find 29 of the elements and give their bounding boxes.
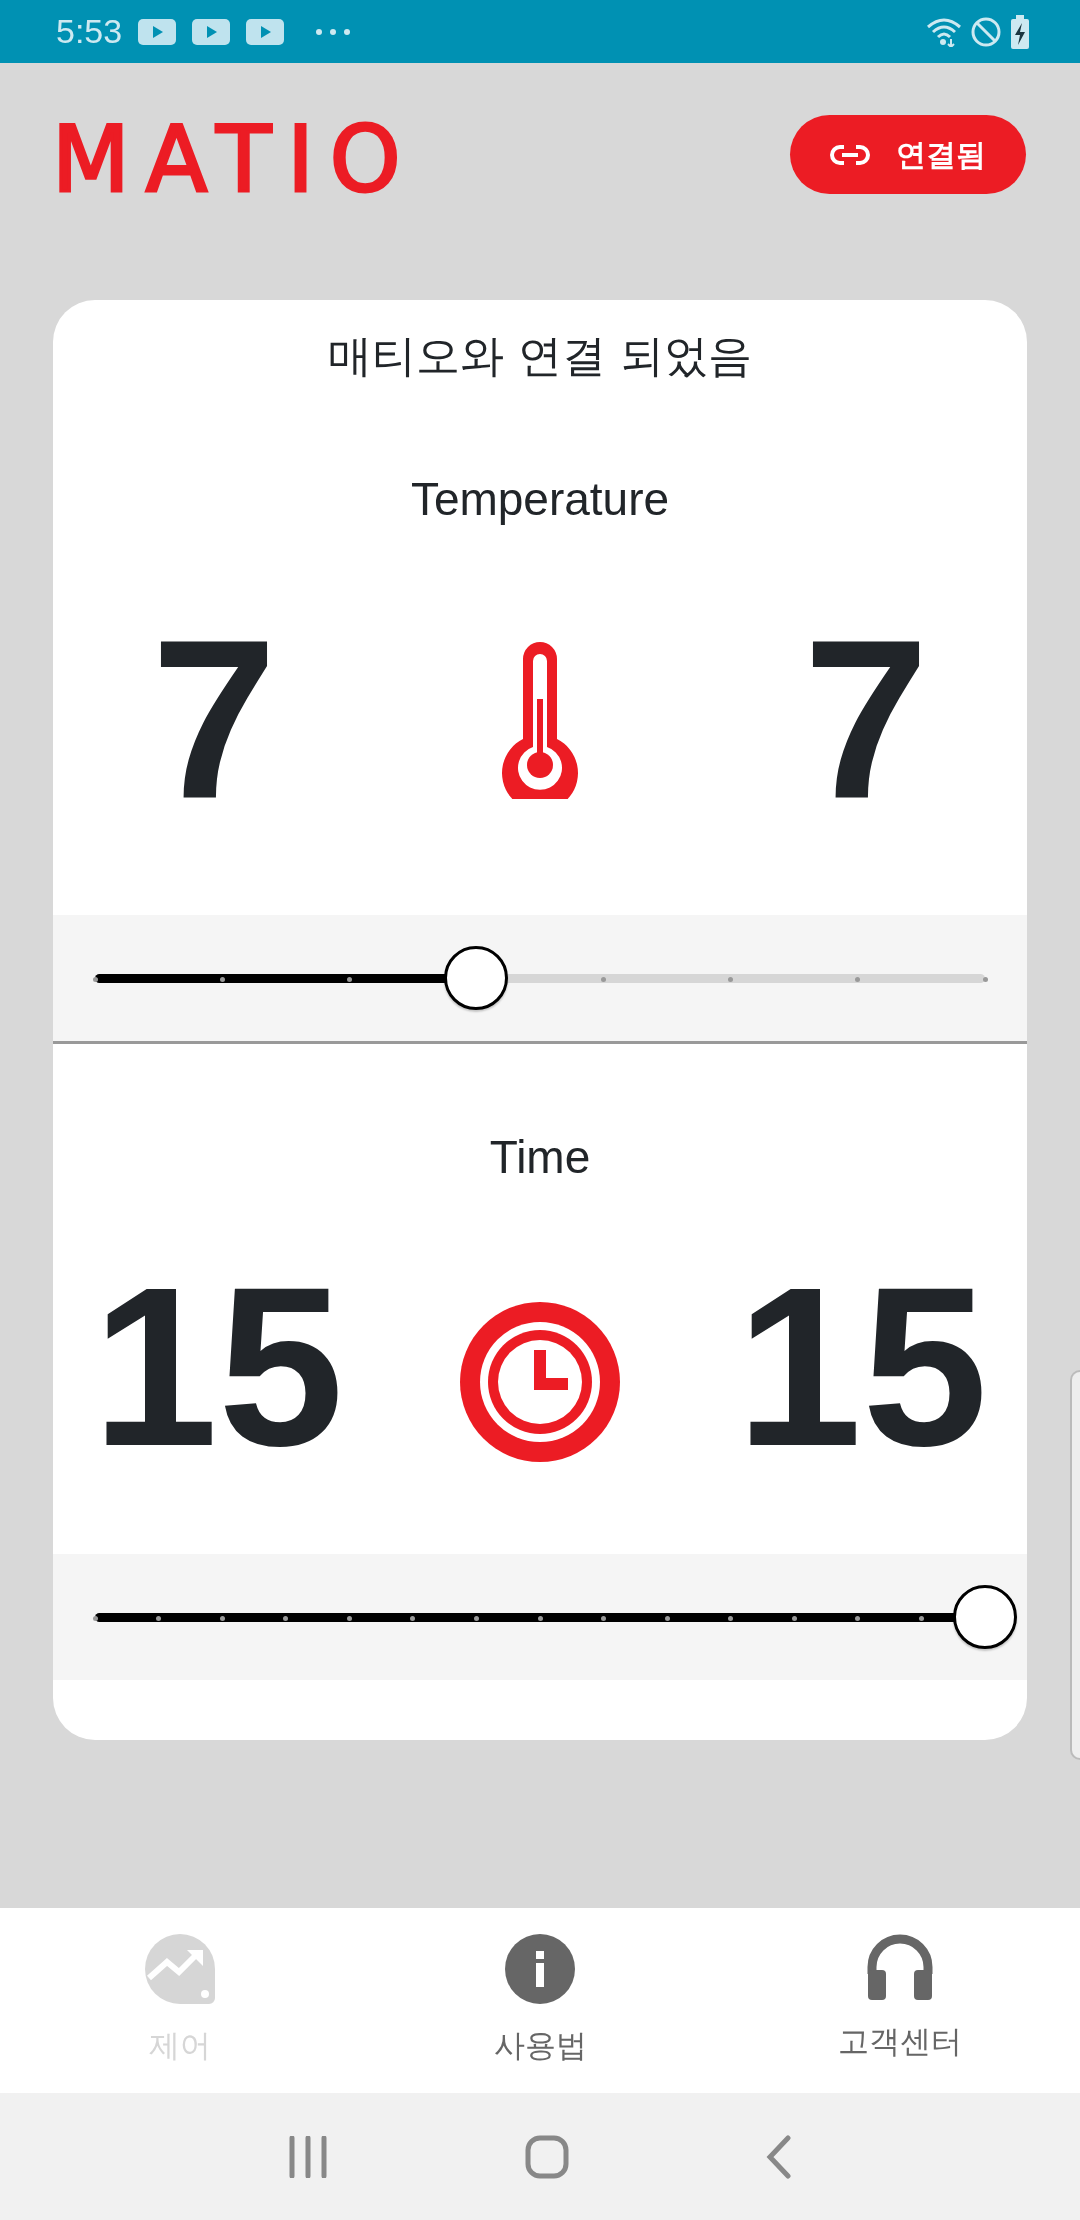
logo: MATIO	[52, 115, 417, 205]
value-number: 15	[91, 1254, 345, 1480]
value-number: 15	[735, 1254, 989, 1480]
nav-tab[interactable]: 고객센터	[720, 1908, 1080, 2093]
play-icon	[138, 18, 177, 45]
back-icon[interactable]	[765, 2134, 792, 2179]
home-icon[interactable]	[525, 2134, 569, 2179]
value-number: 7	[150, 605, 278, 832]
info-icon	[505, 1934, 575, 2004]
do-not-disturb-icon	[970, 15, 1002, 48]
link-icon	[830, 144, 870, 165]
wifi-icon	[926, 16, 962, 47]
edge-panel-handle[interactable]	[1070, 1370, 1080, 1760]
trend-chart-icon	[145, 1934, 215, 2004]
battery-charging-icon	[1010, 14, 1030, 49]
status-time: 5:53	[56, 11, 123, 52]
connection-button[interactable]: 연결됨	[790, 115, 1026, 194]
nav-tab[interactable]: 사용법	[360, 1908, 720, 2093]
section-label: Time	[489, 1131, 591, 1183]
card-title: 매티오와 연결 되었음	[328, 330, 752, 381]
play-icon	[192, 18, 231, 45]
clock-icon	[460, 1301, 620, 1462]
value-number: 7	[802, 605, 930, 832]
slider-thumb[interactable]	[953, 1585, 1017, 1649]
play-icon	[246, 18, 285, 45]
recent-apps-icon[interactable]	[288, 2135, 329, 2178]
more-icon	[316, 29, 351, 35]
headset-icon	[867, 1934, 933, 2000]
section-label: Temperature	[410, 473, 670, 525]
